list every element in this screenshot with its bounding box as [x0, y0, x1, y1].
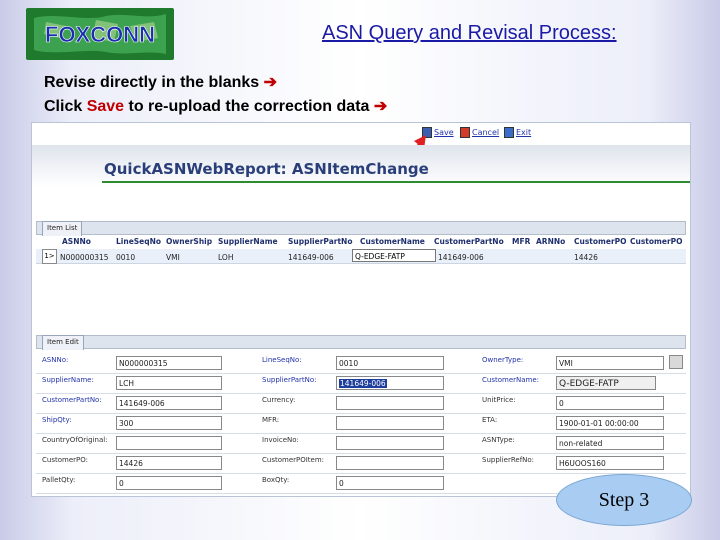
shipqty-label: ShipQty: — [42, 416, 72, 424]
supplierpartno-selected-text: 141649-006 — [339, 379, 387, 388]
cell-customername[interactable]: Q-EDGE-FATP — [352, 249, 436, 262]
foxconn-logo: FOXCONN — [26, 8, 174, 60]
tab-item-edit[interactable]: Item Edit — [42, 335, 84, 350]
currency-label: Currency: — [262, 396, 296, 404]
col-customerpo-2[interactable]: CustomerPO — [630, 237, 683, 246]
supplierrefno-label: SupplierRefNo: — [482, 456, 535, 464]
cell-ownership: VMI — [166, 253, 180, 262]
suppliername-field[interactable]: LCH — [116, 376, 222, 390]
header-divider — [102, 181, 690, 183]
eta-label: ETA: — [482, 416, 498, 424]
slide-title: ASN Query and Revisal Process: — [322, 22, 617, 44]
instruction-2-prefix: Click — [44, 98, 87, 115]
customername-label: CustomerName: — [482, 376, 540, 384]
lineseqno-label: LineSeqNo: — [262, 356, 302, 364]
supplierrefno-field[interactable]: H6UOOS160 — [556, 456, 664, 470]
instruction-2-suffix: to re-upload the correction data — [124, 98, 374, 115]
right-arrow-icon: ➔ — [263, 74, 278, 91]
col-suppliername[interactable]: SupplierName — [218, 237, 278, 246]
form-row: ASNNo: N000000315 LineSeqNo: 0010 OwnerT… — [36, 353, 686, 374]
invoiceno-label: InvoiceNo: — [262, 436, 299, 444]
asntype-field[interactable]: non-related — [556, 436, 664, 450]
palletqty-label: PalletQty: — [42, 476, 76, 484]
boxqty-field[interactable]: 0 — [336, 476, 444, 490]
item-list-grid: ASNNo LineSeqNo OwnerShip SupplierName S… — [36, 237, 686, 265]
suppliername-label: SupplierName: — [42, 376, 94, 384]
form-row: ShipQty: 300 MFR: ETA: 1900-01-01 00:00:… — [36, 413, 686, 434]
instruction-1-text: Revise directly in the blanks — [44, 74, 264, 91]
customerpartno-label: CustomerPartNo: — [42, 396, 102, 404]
instruction-line-2: Click Save to re-upload the correction d… — [44, 96, 387, 116]
col-asnno[interactable]: ASNNo — [62, 237, 91, 246]
exit-button[interactable]: Exit — [504, 127, 531, 138]
cell-asnno: N000000315 — [60, 253, 109, 262]
step-label: Step 3 — [598, 488, 650, 511]
instruction-line-1: Revise directly in the blanks ➔ — [44, 72, 277, 92]
col-customername[interactable]: CustomerName — [360, 237, 425, 246]
col-supplierpartno[interactable]: SupplierPartNo — [288, 237, 352, 246]
form-row: CustomerPO: 14426 CustomerPOItem: Suppli… — [36, 453, 686, 474]
col-mfr[interactable]: MFR — [512, 237, 530, 246]
customerpo-label: CustomerPO: — [42, 456, 88, 464]
cancel-label: Cancel — [472, 128, 500, 137]
col-lineseqno[interactable]: LineSeqNo — [116, 237, 161, 246]
form-row: SupplierName: LCH SupplierPartNo: 141649… — [36, 373, 686, 394]
save-label: Save — [434, 128, 454, 137]
logo-text: FOXCONN — [45, 22, 155, 47]
col-customerpo[interactable]: CustomerPO — [574, 237, 627, 246]
toolbar: Save Cancel Exit — [32, 123, 690, 145]
exit-door-icon — [504, 127, 514, 138]
invoiceno-field[interactable] — [336, 436, 444, 450]
customerpoitem-label: CustomerPOItem: — [262, 456, 325, 464]
tab-item-list[interactable]: Item List — [42, 221, 83, 236]
unitprice-field[interactable]: 0 — [556, 396, 664, 410]
supplierpartno-field[interactable]: 141649-006 — [336, 376, 444, 390]
shipqty-field[interactable]: 300 — [116, 416, 222, 430]
customerpartno-field[interactable]: 141649-006 — [116, 396, 222, 410]
supplierpartno-label: SupplierPartNo: — [262, 376, 317, 384]
cell-customerpartno: 141649-006 — [438, 253, 484, 262]
page-header: QuickASNWebReport: ASNItemChange — [32, 145, 690, 187]
form-row: CountryOfOriginal: InvoiceNo: ASNType: n… — [36, 433, 686, 454]
ownertype-picker-button[interactable] — [669, 355, 683, 369]
lineseqno-field[interactable]: 0010 — [336, 356, 444, 370]
boxqty-label: BoxQty: — [262, 476, 290, 484]
cell-suppliername: LOH — [218, 253, 234, 262]
cell-customerpo: 14426 — [574, 253, 598, 262]
cell-supplierpartno: 141649-006 — [288, 253, 334, 262]
ownertype-label: OwnerType: — [482, 356, 524, 364]
page-title: QuickASNWebReport: ASNItemChange — [104, 160, 429, 178]
eta-field[interactable]: 1900-01-01 00:00:00 — [556, 416, 664, 430]
col-customerpartno[interactable]: CustomerPartNo — [434, 237, 504, 246]
item-edit-panel-header: Item Edit — [36, 335, 686, 350]
asntype-label: ASNType: — [482, 436, 515, 444]
countryoforiginal-field[interactable] — [116, 436, 222, 450]
cell-lineseqno: 0010 — [116, 253, 136, 262]
step-badge: Step 3 — [556, 474, 692, 526]
currency-field[interactable] — [336, 396, 444, 410]
unitprice-label: UnitPrice: — [482, 396, 516, 404]
customerpoitem-field[interactable] — [336, 456, 444, 470]
customerpo-field[interactable]: 14426 — [116, 456, 222, 470]
asnno-label: ASNNo: — [42, 356, 69, 364]
col-arnno[interactable]: ARNNo — [536, 237, 565, 246]
app-screenshot: Save Cancel Exit QuickASNWebReport: ASNI… — [31, 122, 691, 497]
countryoforiginal-label: CountryOfOriginal: — [42, 436, 108, 444]
form-row: CustomerPartNo: 141649-006 Currency: Uni… — [36, 393, 686, 414]
right-arrow-icon: ➔ — [373, 98, 388, 115]
asnno-field[interactable]: N000000315 — [116, 356, 222, 370]
cancel-icon — [460, 127, 470, 138]
col-ownership[interactable]: OwnerShip — [166, 237, 212, 246]
cancel-button[interactable]: Cancel — [460, 127, 499, 138]
customername-field[interactable]: Q-EDGE-FATP — [556, 376, 656, 390]
palletqty-field[interactable]: 0 — [116, 476, 222, 490]
mfr-label: MFR: — [262, 416, 280, 424]
mfr-field[interactable] — [336, 416, 444, 430]
row-selector[interactable]: 1> — [42, 249, 57, 264]
ownertype-field[interactable]: VMI — [556, 356, 664, 370]
exit-label: Exit — [516, 128, 532, 137]
item-list-panel-header: Item List — [36, 221, 686, 236]
instruction-2-save: Save — [86, 98, 125, 115]
